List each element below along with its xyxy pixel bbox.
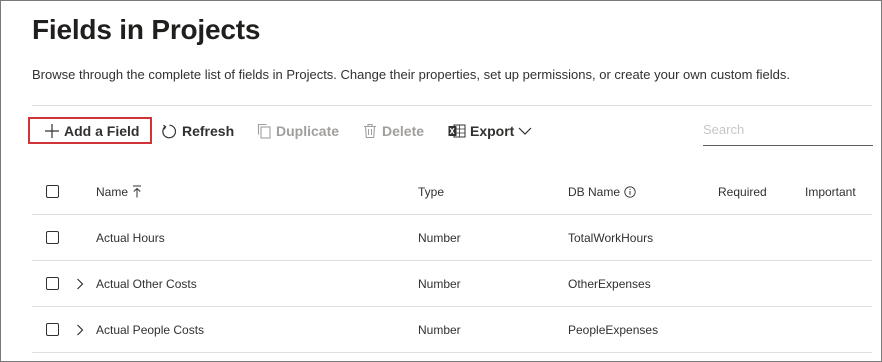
- search-input[interactable]: [703, 122, 873, 137]
- field-db-name: OtherExpenses: [568, 276, 651, 291]
- expand-toggle[interactable]: [76, 307, 84, 352]
- select-all-checkbox[interactable]: [46, 185, 59, 198]
- row-select-cell: [46, 307, 59, 352]
- column-header-db-name-label: DB Name: [568, 184, 621, 199]
- field-type: Number: [418, 322, 461, 337]
- export-label: Export: [470, 123, 515, 139]
- refresh-button[interactable]: Refresh: [161, 118, 234, 144]
- app-frame: Fields in Projects Browse through the co…: [0, 0, 882, 362]
- column-header-required[interactable]: Required: [718, 169, 767, 214]
- sort-ascending-icon: [132, 185, 142, 198]
- field-name[interactable]: Actual Other Costs: [96, 261, 197, 306]
- fields-table: Name Type DB Name Required Important Act…: [32, 169, 872, 353]
- table-row[interactable]: Actual Other Costs Number OtherExpenses: [32, 261, 872, 307]
- refresh-icon: [161, 123, 178, 140]
- copy-icon: [256, 123, 272, 139]
- info-icon[interactable]: [624, 185, 636, 198]
- row-select-cell: [46, 261, 59, 306]
- page-title: Fields in Projects: [32, 14, 261, 45]
- refresh-label: Refresh: [182, 123, 235, 139]
- duplicate-label: Duplicate: [276, 123, 340, 139]
- chevron-right-icon: [76, 324, 84, 336]
- field-type: Number: [418, 230, 461, 245]
- expand-toggle[interactable]: [76, 261, 84, 306]
- field-db-name: TotalWorkHours: [568, 230, 654, 245]
- column-header-type[interactable]: Type: [418, 169, 444, 214]
- delete-button[interactable]: Delete: [362, 118, 424, 144]
- search-box: [703, 118, 873, 146]
- column-header-important[interactable]: Important: [805, 169, 856, 214]
- field-type: Number: [418, 276, 461, 291]
- column-header-name[interactable]: Name: [96, 169, 142, 214]
- row-checkbox[interactable]: [46, 277, 59, 290]
- table-header-row: Name Type DB Name Required Important: [32, 169, 872, 215]
- row-checkbox[interactable]: [46, 323, 59, 336]
- row-select-cell: [46, 215, 59, 260]
- select-all-cell: [46, 169, 59, 214]
- field-name[interactable]: Actual Hours: [96, 215, 165, 260]
- add-field-button[interactable]: Add a Field: [28, 117, 152, 144]
- column-header-db-name[interactable]: DB Name: [568, 169, 636, 214]
- header-divider: [32, 105, 872, 106]
- chevron-right-icon: [76, 278, 84, 290]
- table-row[interactable]: Actual Hours Number TotalWorkHours: [32, 215, 872, 261]
- add-field-label: Add a Field: [64, 122, 140, 139]
- field-db-name: PeopleExpenses: [568, 322, 659, 337]
- column-header-name-label: Name: [96, 184, 129, 199]
- trash-icon: [362, 123, 378, 139]
- export-button[interactable]: Export: [448, 118, 536, 144]
- field-name[interactable]: Actual People Costs: [96, 307, 204, 352]
- row-checkbox[interactable]: [46, 231, 59, 244]
- excel-icon: [448, 123, 466, 139]
- plus-icon: [44, 123, 60, 139]
- table-row[interactable]: Actual People Costs Number PeopleExpense…: [32, 307, 872, 353]
- duplicate-button[interactable]: Duplicate: [256, 118, 339, 144]
- delete-label: Delete: [382, 123, 425, 139]
- chevron-down-icon: [518, 126, 532, 136]
- page-description: Browse through the complete list of fiel…: [32, 67, 790, 82]
